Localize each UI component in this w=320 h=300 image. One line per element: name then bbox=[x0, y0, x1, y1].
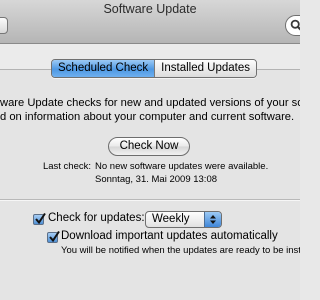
title-bar: Software Update bbox=[0, 0, 300, 44]
tab-installed-updates[interactable]: Installed Updates bbox=[154, 60, 257, 77]
download-automatically-label: Download important updates automatically bbox=[61, 230, 278, 242]
search-field[interactable] bbox=[285, 15, 300, 36]
download-automatically-checkbox[interactable] bbox=[47, 230, 60, 243]
divider bbox=[0, 199, 300, 201]
window-title: Software Update bbox=[103, 2, 197, 16]
last-check-label: Last check: bbox=[42, 161, 91, 172]
frequency-value: Weekly bbox=[152, 213, 190, 225]
description-text: ware Update checks for new and updated v… bbox=[0, 96, 300, 124]
check-for-updates-checkbox[interactable] bbox=[33, 212, 46, 225]
frequency-popup[interactable]: Weekly bbox=[145, 211, 222, 228]
description-line-1: ware Update checks for new and updated v… bbox=[0, 97, 300, 109]
download-note: You will be notified when the updates ar… bbox=[61, 245, 300, 256]
check-now-button[interactable]: Check Now bbox=[108, 137, 190, 156]
search-icon bbox=[290, 19, 300, 32]
last-check-date: Sonntag, 31. Mai 2009 13:08 bbox=[95, 174, 218, 185]
software-update-window: Software Update Scheduled Check Installe… bbox=[0, 0, 300, 300]
description-line-2: d on information about your computer and… bbox=[0, 111, 295, 123]
show-all-button[interactable] bbox=[0, 17, 8, 34]
checkmark-icon bbox=[35, 212, 46, 225]
content-area: Scheduled Check Installed Updates ware U… bbox=[0, 44, 300, 300]
checkmark-icon bbox=[49, 230, 60, 243]
check-for-updates-label: Check for updates: bbox=[48, 212, 145, 224]
tab-bar: Scheduled Check Installed Updates bbox=[51, 59, 258, 78]
popup-arrows-icon bbox=[204, 212, 221, 227]
last-check-status: No new software updates were available. bbox=[95, 161, 269, 172]
tab-scheduled-check[interactable]: Scheduled Check bbox=[52, 60, 155, 77]
